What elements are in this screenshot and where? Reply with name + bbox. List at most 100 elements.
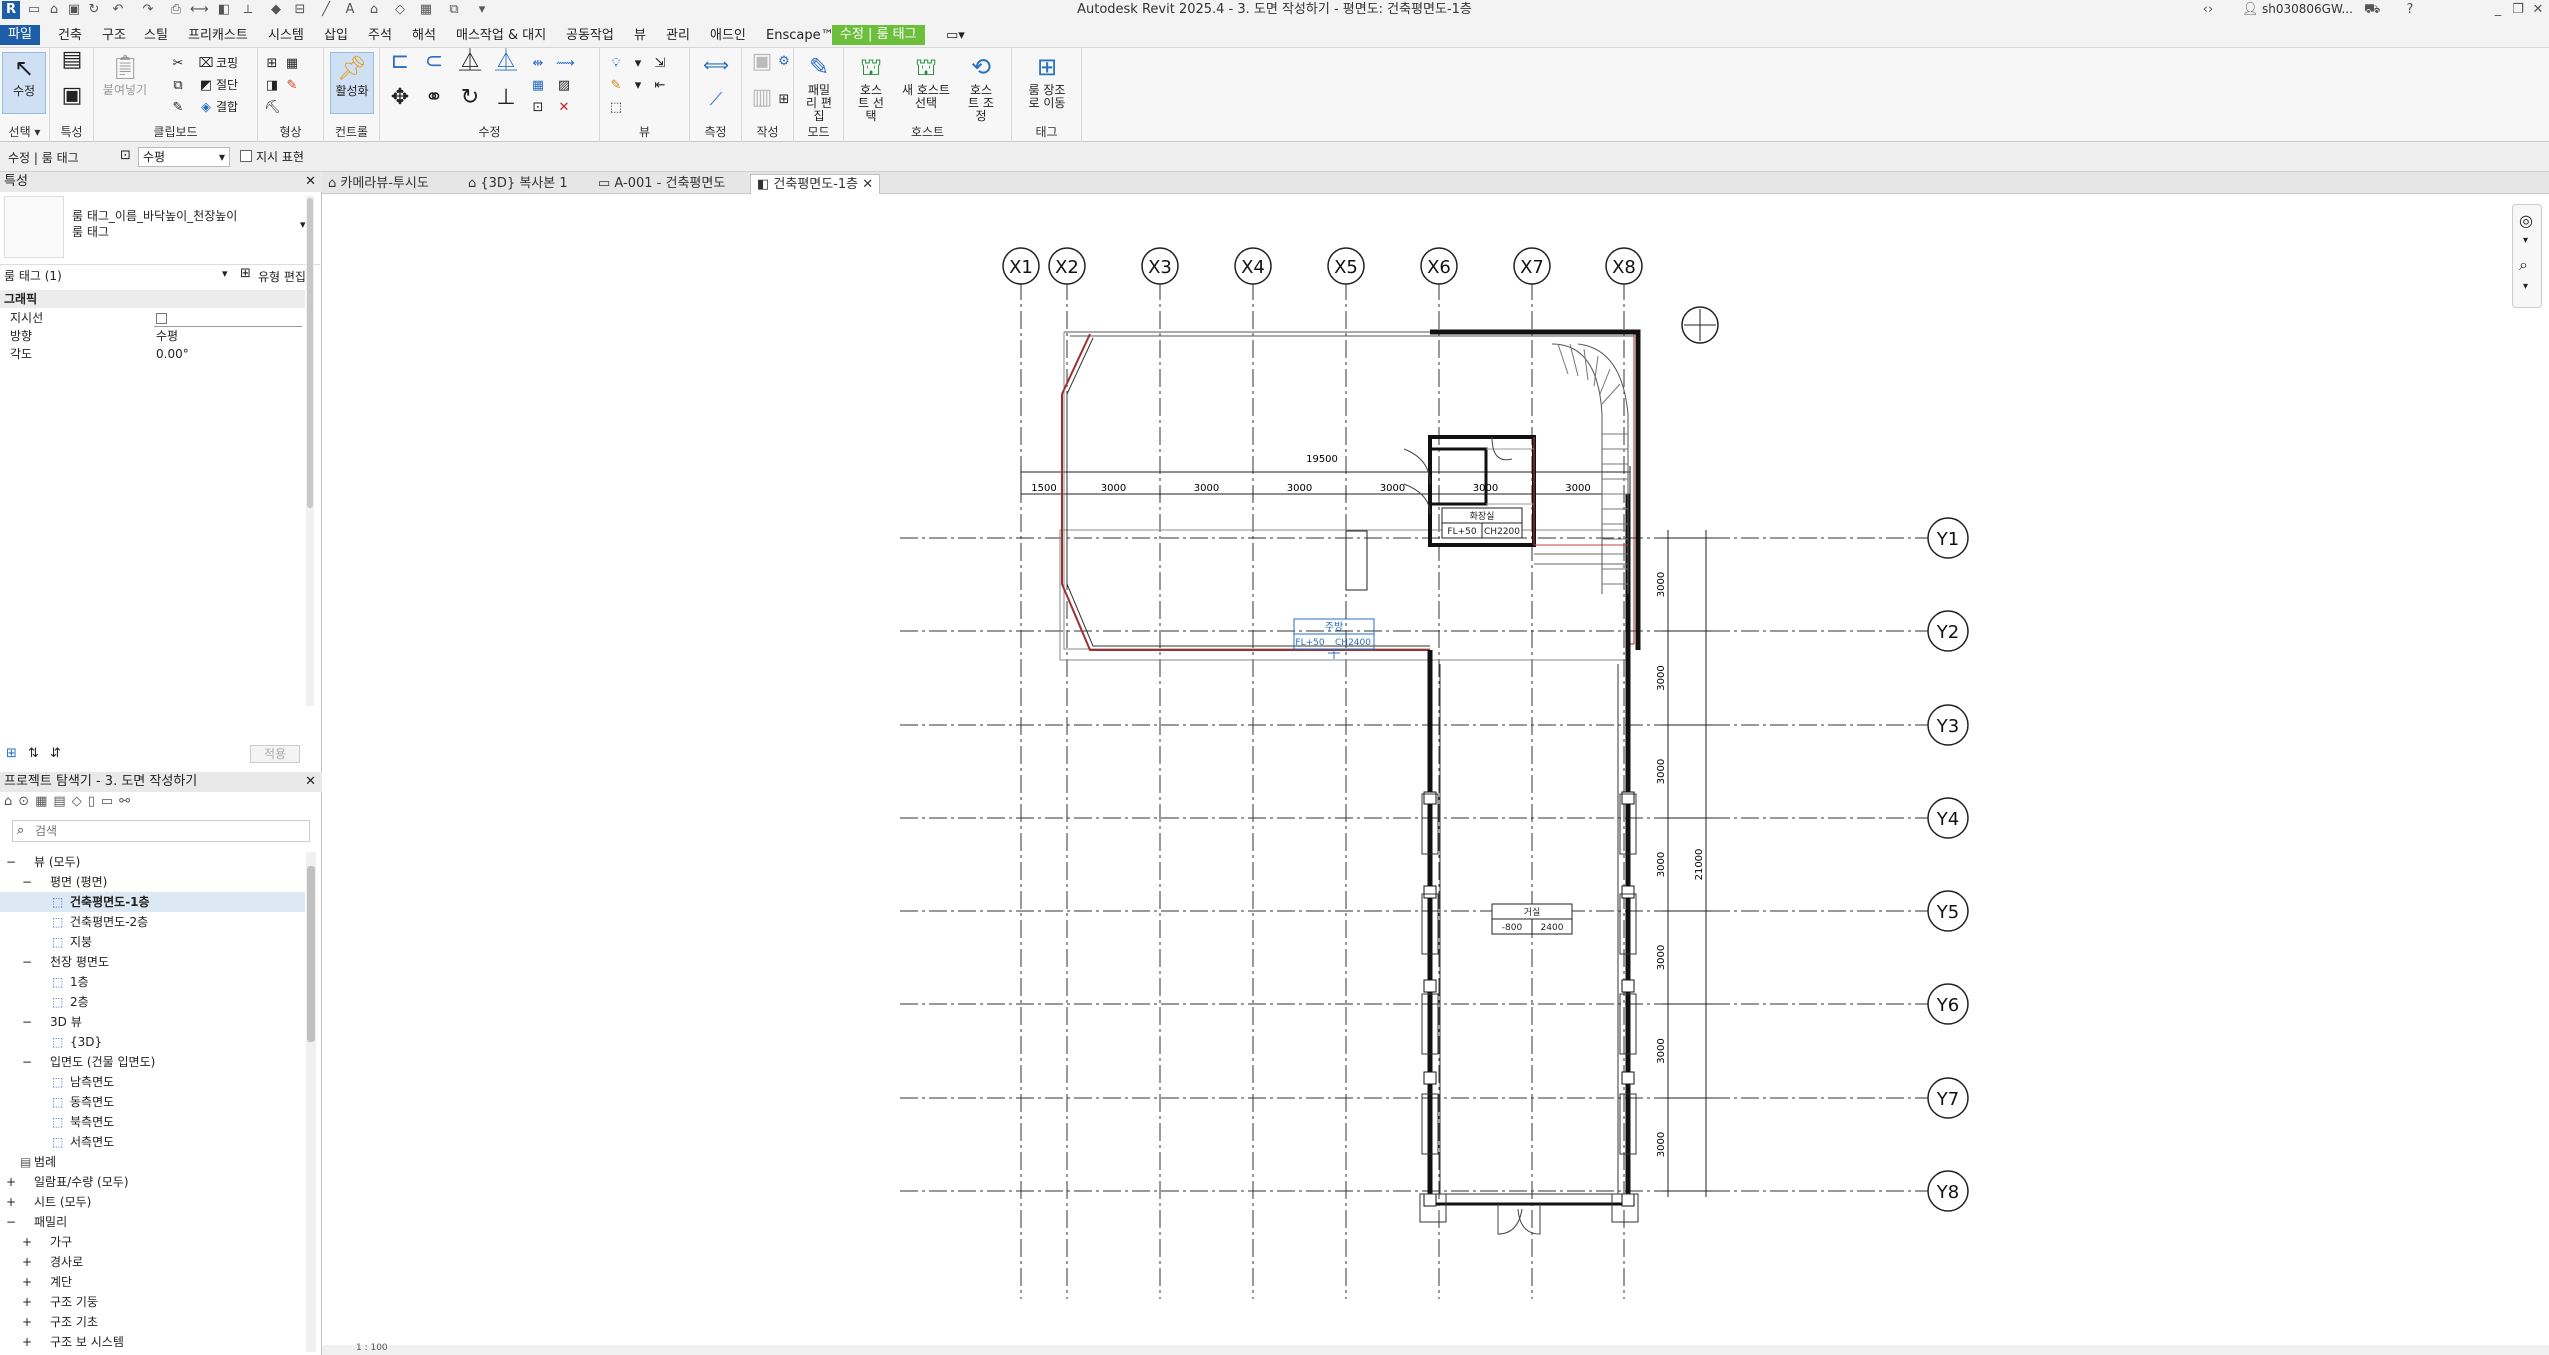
dimension-text[interactable]: 3000: [1287, 483, 1312, 494]
split-icon[interactable]: ⇹: [530, 56, 546, 72]
group-label-select[interactable]: 선택 ▾: [0, 123, 49, 140]
collapse-icon[interactable]: −: [22, 1052, 32, 1072]
dimension-text[interactable]: 3000: [1656, 665, 1667, 690]
floor-plan-drawing[interactable]: X1 X2 X3 X4 X5 X6 X7 X8 Y1 Y2 Y3 Y4 Y5 Y6 Y7 Y8 19500 15…: [322, 194, 2549, 1345]
tab-annotate[interactable]: 주석: [368, 26, 392, 46]
switch-windows-icon[interactable]: ⧉: [446, 2, 462, 18]
browser-item[interactable]: ⬚ 남측면도: [0, 1072, 305, 1092]
rotate-icon[interactable]: ↻: [456, 87, 484, 118]
expand-icon[interactable]: +: [6, 1192, 16, 1212]
browser-item[interactable]: + 가구: [0, 1232, 305, 1252]
tab-modify-room-tag[interactable]: 수정 | 룸 태그: [832, 25, 925, 45]
tab-steel[interactable]: 스틸: [144, 26, 168, 46]
dimension-text[interactable]: 3000: [1656, 759, 1667, 784]
join-icon[interactable]: ◈: [198, 100, 214, 116]
help-icon[interactable]: ?: [2402, 2, 2418, 18]
browser-item[interactable]: ⬚ 지붕: [0, 932, 305, 952]
section-icon[interactable]: ◇: [392, 2, 408, 18]
browser-item[interactable]: − 패밀리: [0, 1212, 305, 1232]
room-tag-bathroom[interactable]: 화장실 FL+50 CH2200: [1441, 507, 1523, 539]
browser-item[interactable]: + 구조 보 시스템: [0, 1332, 305, 1352]
cart-icon[interactable]: ⛟: [2364, 2, 2380, 18]
tab-architecture[interactable]: 건축: [58, 26, 82, 46]
redo-icon[interactable]: ↷: [140, 2, 156, 18]
dimension-text[interactable]: 3000: [1656, 572, 1667, 597]
browser-item[interactable]: ⬚ 1층: [0, 972, 305, 992]
trim-icon[interactable]: ⊥: [492, 87, 520, 118]
offset-icon[interactable]: ⊂: [420, 51, 448, 82]
room-tag-living[interactable]: 거실 -800 2400: [1491, 903, 1573, 935]
browser-search[interactable]: ⌕: [12, 820, 310, 842]
measure-distance-icon[interactable]: ⟺: [696, 57, 736, 78]
scale-icon[interactable]: ⊡: [530, 100, 546, 116]
nav-arrows-icon[interactable]: ‹›: [2200, 2, 2216, 18]
cut-geometry-icon[interactable]: ◩: [198, 78, 214, 94]
copy-element-icon[interactable]: ⚭: [420, 87, 448, 118]
tab-addins[interactable]: 애드인: [710, 26, 746, 46]
sync-icon[interactable]: ↻: [86, 2, 102, 18]
app-logo-icon[interactable]: R: [2, 1, 20, 19]
mirror-axis-icon[interactable]: ⏅: [456, 51, 484, 82]
browser-item[interactable]: + 구조 기초: [0, 1312, 305, 1332]
expand-icon[interactable]: +: [22, 1332, 32, 1352]
undo-icon[interactable]: ↶: [110, 2, 126, 18]
browser-item[interactable]: + 일람표/수량 (모두): [0, 1172, 305, 1192]
close-properties-icon[interactable]: ✕: [305, 172, 316, 192]
properties-icon[interactable]: ▤: [58, 49, 86, 80]
instance-filter[interactable]: 룸 태그 (1): [4, 267, 224, 285]
delete-icon[interactable]: ✕: [556, 100, 572, 116]
room-tag-kitchen[interactable]: 주방 FL+50 CH2400: [1293, 618, 1375, 659]
sort-desc-icon[interactable]: ⇵: [50, 746, 61, 761]
expand-icon[interactable]: +: [22, 1232, 32, 1252]
host-adjust-button[interactable]: ⟲ 호스트 조정: [958, 52, 1004, 123]
browser-item[interactable]: ⬚ {3D}: [0, 1032, 305, 1052]
cope-icon[interactable]: ⌧: [198, 56, 214, 72]
close-tab-icon[interactable]: ✕: [858, 177, 873, 192]
orientation-select[interactable]: 수평 ▾: [138, 147, 230, 167]
line-icon[interactable]: ╱: [318, 2, 334, 18]
tag-icon[interactable]: ◆: [268, 2, 284, 18]
sort-asc-icon[interactable]: ⇅: [28, 746, 39, 761]
expand-icon[interactable]: +: [22, 1312, 32, 1332]
close-browser-icon[interactable]: ✕: [305, 772, 316, 792]
tab-view[interactable]: 뷰: [634, 26, 646, 46]
dimension-text[interactable]: 3000: [1101, 483, 1126, 494]
select-box-icon[interactable]: ⬚: [608, 100, 624, 116]
view-tab[interactable]: ⌂ 카메라뷰-투시도: [328, 174, 429, 194]
modify-button[interactable]: ↖ 수정: [2, 52, 46, 114]
collapse-icon[interactable]: −: [6, 852, 16, 872]
folder-icon[interactable]: ⌂: [46, 2, 62, 18]
section-marker-icon[interactable]: [1681, 306, 1719, 344]
create-parts-icon[interactable]: ▥: [748, 87, 776, 118]
scale-label[interactable]: 1 : 100: [356, 1343, 388, 1353]
browser-item[interactable]: − 입면도 (건물 입면도): [0, 1052, 305, 1072]
cope-label[interactable]: 코핑: [216, 57, 238, 70]
leader-property-checkbox[interactable]: [156, 313, 167, 324]
type-properties-icon[interactable]: ▣: [58, 85, 86, 116]
split-face-icon[interactable]: ◨: [264, 78, 280, 94]
restore-icon[interactable]: ❐: [2510, 2, 2526, 18]
halftone-icon[interactable]: ⇲: [652, 56, 668, 72]
wall-join-icon[interactable]: ▦: [284, 56, 300, 72]
property-value[interactable]: 수평: [156, 328, 178, 345]
cut-label[interactable]: 절단: [216, 79, 238, 92]
properties-scrollbar[interactable]: [306, 196, 314, 706]
tab-manage[interactable]: 관리: [666, 26, 690, 46]
type-selector[interactable]: 룸 태그_이름_바닥높이_천장높이 룸 태그: [72, 208, 297, 240]
browser-item[interactable]: ⬚ 건축평면도-1층: [0, 892, 305, 912]
browser-item[interactable]: − 뷰 (모두): [0, 852, 305, 872]
override-icon[interactable]: ▾: [630, 56, 646, 72]
expand-icon[interactable]: +: [6, 1172, 16, 1192]
sort-icon[interactable]: ⊞: [6, 746, 17, 761]
dimension-text[interactable]: 3000: [1656, 1132, 1667, 1157]
edit-family-button[interactable]: ✎ 패밀리 편집: [796, 52, 842, 123]
copy-icon[interactable]: ⧉: [170, 78, 186, 94]
reveal-icon[interactable]: ⇤: [652, 78, 668, 94]
browser-item[interactable]: ▤ 범례: [0, 1152, 305, 1172]
group-create-icon[interactable]: ⚙: [776, 54, 792, 70]
total-dimension[interactable]: 21000: [1694, 849, 1705, 881]
dimension-text[interactable]: 3000: [1656, 852, 1667, 877]
zoom-dropdown-icon[interactable]: ▾: [2523, 281, 2528, 292]
join-label[interactable]: 결합: [216, 101, 238, 114]
dimension-icon[interactable]: ⟋: [696, 91, 736, 112]
